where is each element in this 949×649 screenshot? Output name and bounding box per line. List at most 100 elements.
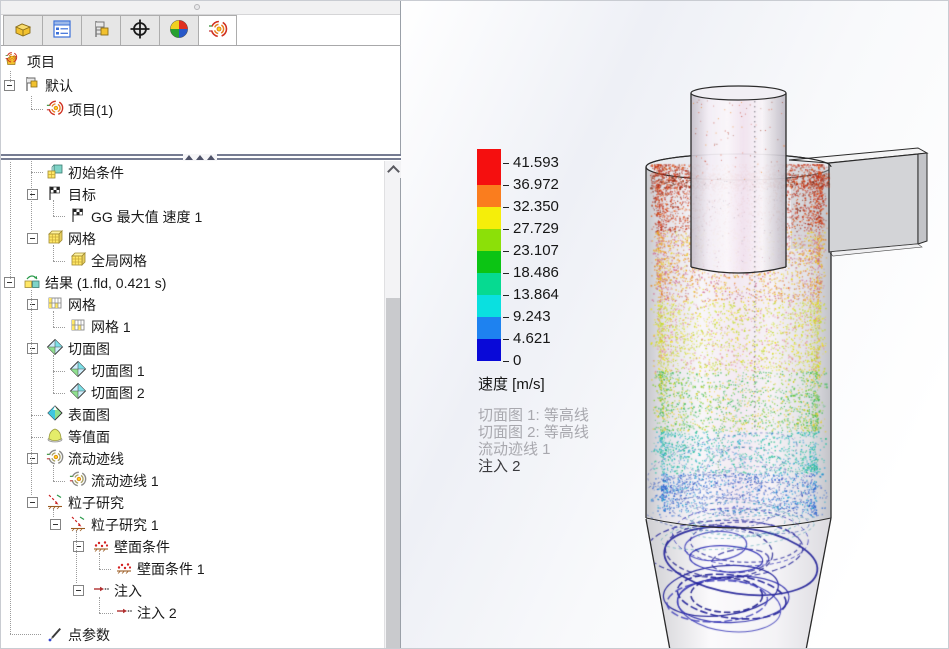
tree-item-label: 粒子研究 1 (91, 515, 159, 535)
tree-item-label: GG 最大值 速度 1 (91, 207, 202, 227)
triangle-up-icon (196, 155, 204, 160)
scroll-thumb[interactable] (386, 298, 400, 649)
legend-tick (503, 207, 509, 208)
wall-conditions-icon (92, 536, 110, 554)
tree-item[interactable]: 等值面 (1, 425, 381, 447)
tree-item[interactable]: 网格 (1, 293, 381, 315)
cut-plot-icon (46, 338, 64, 356)
tree-item[interactable]: 注入 2 (1, 601, 381, 623)
expand-toggle[interactable] (73, 541, 84, 552)
tree-item[interactable]: 注入 (1, 579, 381, 601)
tree-item-label: 注入 2 (137, 603, 177, 623)
expand-toggle[interactable] (73, 585, 84, 596)
scroll-up-button[interactable] (385, 161, 401, 178)
plot-caption: 切面图 1: 等高线 (478, 407, 589, 424)
tree-scrollbar[interactable] (384, 161, 400, 649)
tree-connector (99, 597, 100, 613)
legend-tick (503, 361, 509, 362)
legend-tick (503, 317, 509, 318)
legend-band (477, 149, 501, 185)
tree-item[interactable]: 初始条件 (1, 161, 381, 183)
legend-tick-label: 18.486 (513, 265, 559, 281)
tree-item[interactable]: 壁面条件 (1, 535, 381, 557)
expand-toggle[interactable] (50, 519, 61, 530)
mesh-cube-icon (69, 250, 87, 268)
tree-connector (31, 172, 43, 173)
feature-manager-panel: 项目 默认 项目(1) 初始条件 目标 GG 最大值 速度 1 网格 全局网格 … (1, 1, 401, 649)
tree-item-label: 切面图 (68, 339, 110, 359)
simulation-tree: 项目 默认 项目(1) 初始条件 目标 GG 最大值 速度 1 网格 全局网格 … (1, 1, 384, 649)
tree-item[interactable]: 流动迹线 1 (1, 469, 381, 491)
tree-item-label: 壁面条件 (114, 537, 170, 557)
expand-toggle[interactable] (27, 189, 38, 200)
tree-connector (10, 159, 11, 279)
minus-icon (7, 282, 12, 283)
tree-connector (31, 159, 32, 230)
tree-item[interactable]: 切面图 (1, 337, 381, 359)
legend-tick-label: 41.593 (513, 155, 559, 171)
surface-plot-icon (46, 404, 64, 422)
point-parameters-icon (46, 624, 64, 642)
tree-item-label: 默认 (45, 76, 73, 96)
legend-band (477, 185, 501, 207)
tree-connector (31, 109, 43, 110)
legend-tick (503, 273, 509, 274)
tree-item-label: 粒子研究 (68, 493, 124, 513)
tree-item[interactable]: 粒子研究 (1, 491, 381, 513)
tree-item-label: 切面图 2 (91, 383, 145, 403)
goals-icon (46, 184, 64, 202)
tree-item[interactable]: 表面图 (1, 403, 381, 425)
expand-toggle[interactable] (27, 497, 38, 508)
tree-item[interactable]: 网格 (1, 227, 381, 249)
minus-icon (30, 502, 35, 503)
panel-splitter[interactable] (1, 154, 401, 161)
tree-connector (53, 200, 54, 216)
tree-item-label: 项目 (27, 52, 55, 72)
tree-item-label: 网格 (68, 229, 96, 249)
expand-toggle[interactable] (27, 233, 38, 244)
tree-item-label: 全局网格 (91, 251, 147, 271)
minus-icon (76, 590, 81, 591)
flow-trajectories-icon (69, 470, 87, 488)
tree-connector (10, 634, 41, 635)
tree-connector (31, 415, 43, 416)
tree-item[interactable]: 粒子研究 1 (1, 513, 381, 535)
tree-item[interactable]: 流动迹线 (1, 447, 381, 469)
tree-item[interactable]: 切面图 1 (1, 359, 381, 381)
tree-item[interactable]: 点参数 (1, 623, 381, 645)
chevron-up-icon (387, 165, 400, 178)
tree-item-label: 网格 1 (91, 317, 131, 337)
minus-icon (7, 85, 12, 86)
expand-toggle[interactable] (27, 343, 38, 354)
splitter-grip[interactable] (183, 154, 217, 161)
tree-item[interactable]: 壁面条件 1 (1, 557, 381, 579)
legend-tick (503, 163, 509, 164)
tree-connector (53, 355, 54, 393)
tree-item-label: 切面图 1 (91, 361, 145, 381)
legend-color-bar[interactable] (477, 149, 501, 361)
plot-caption: 流动迹线 1 (478, 441, 589, 458)
tree-connector (99, 553, 100, 569)
plot-caption: 切面图 2: 等高线 (478, 424, 589, 441)
tree-item-label: 流动迹线 1 (91, 471, 159, 491)
tree-item[interactable]: 全局网格 (1, 249, 381, 271)
tree-item[interactable]: 网格 1 (1, 315, 381, 337)
graphics-viewport[interactable]: 速度 [m/s] 41.59336.97232.35027.72923.1071… (401, 1, 949, 649)
tree-item[interactable]: 项目(1) (1, 98, 381, 120)
tree-connector (10, 291, 11, 634)
expand-toggle[interactable] (27, 453, 38, 464)
cut-plot-icon (69, 360, 87, 378)
legend-tick-label: 32.350 (513, 199, 559, 215)
tree-item[interactable]: 结果 (1.fld, 0.421 s) (1, 271, 381, 293)
tree-item[interactable]: 切面图 2 (1, 381, 381, 403)
legend-tick-label: 13.864 (513, 287, 559, 303)
tree-item[interactable]: 项目 (1, 50, 381, 72)
tree-connector (31, 437, 43, 438)
expand-toggle[interactable] (27, 299, 38, 310)
tree-item[interactable]: 目标 (1, 183, 381, 205)
tree-item[interactable]: 默认 (1, 74, 381, 96)
tree-connector (99, 613, 113, 614)
isosurface-icon (46, 426, 64, 444)
legend-band (477, 207, 501, 229)
tree-connector (53, 465, 54, 481)
